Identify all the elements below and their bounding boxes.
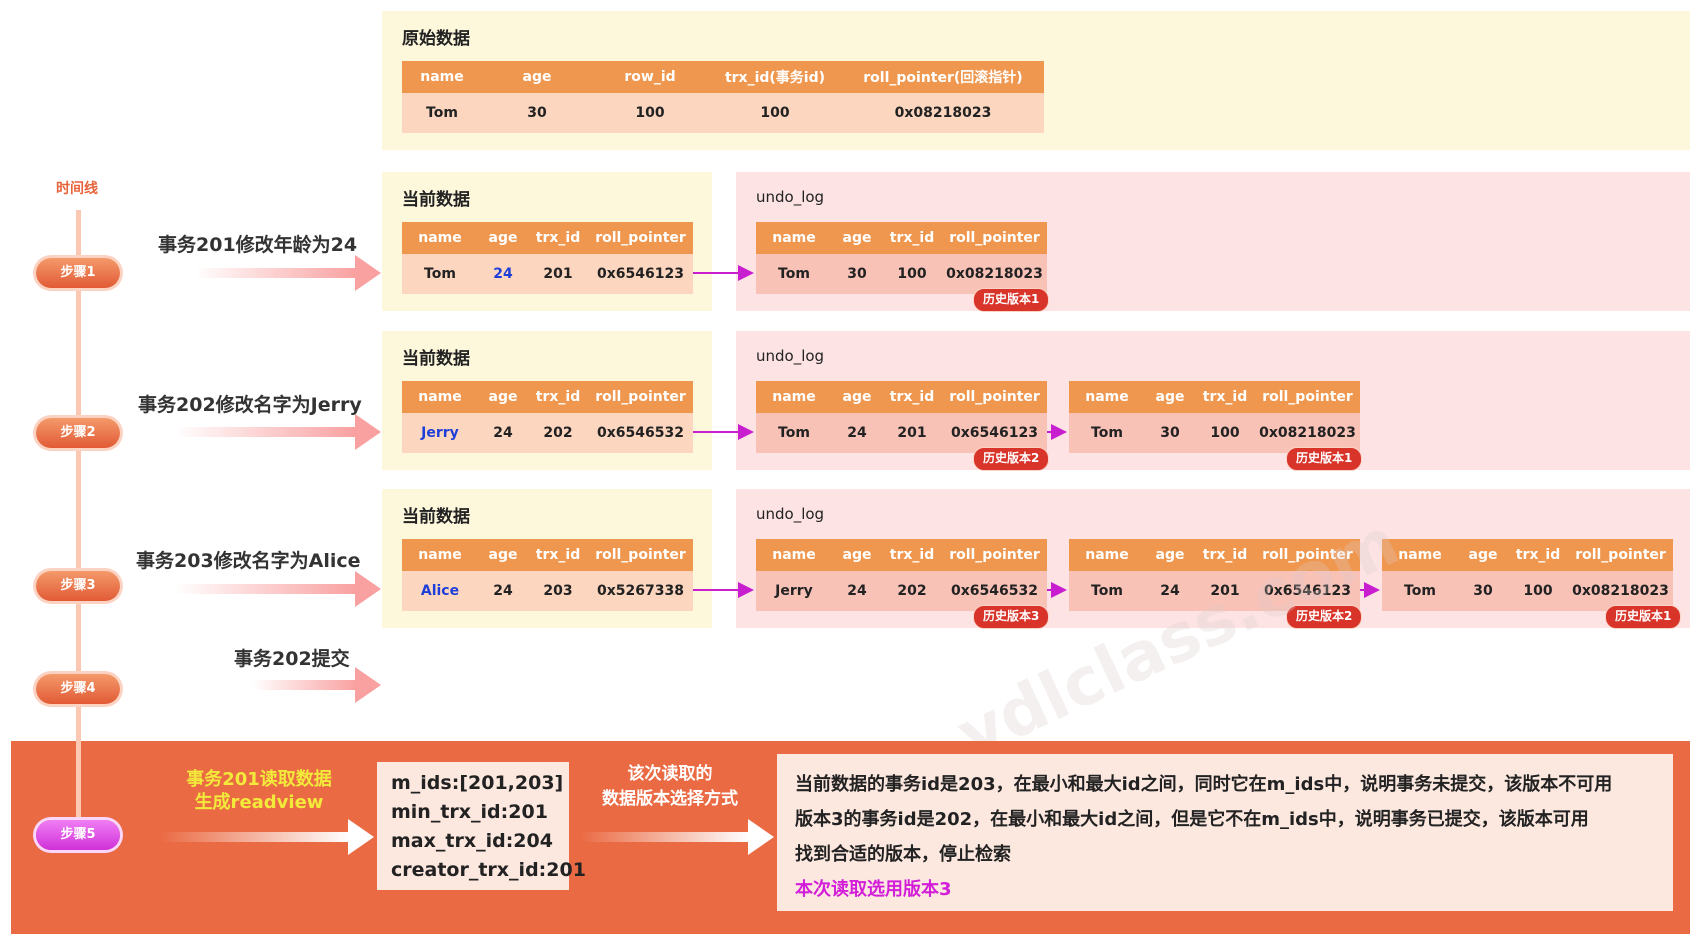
readview-max-trx-id: max_trx_id:204 — [391, 830, 553, 852]
readview-min-trx-id: min_trx_id:201 — [391, 801, 548, 823]
readview-m-ids: m_ids:[201,203] — [391, 772, 564, 794]
step-5-caption-line2: 生成readview — [194, 792, 324, 813]
readview-creator-trx-id: creator_trx_id:201 — [391, 859, 586, 881]
readview-box: m_ids:[201,203] min_trx_id:201 max_trx_i… — [377, 762, 586, 890]
conclusion-line-3: 找到合适的版本，停止检索 — [795, 844, 1011, 865]
selection-arrow-head — [748, 819, 774, 855]
conclusion-line-2: 版本3的事务id是202，在最小和最大id之间，但是它不在m_ids中，说明事务… — [795, 809, 1589, 830]
conclusion-line-1: 当前数据的事务id是203，在最小和最大id之间，同时它在m_ids中，说明事务… — [795, 774, 1613, 795]
step-5-arrow — [160, 832, 350, 842]
version-selection-label: 该次读取的 数据版本选择方式 — [585, 762, 755, 812]
version-selection-label-line2: 数据版本选择方式 — [602, 789, 738, 809]
step-5-badge-overlay: 步骤5 — [36, 820, 120, 850]
step-5-caption-line1: 事务201读取数据 — [186, 769, 332, 790]
selection-arrow — [580, 832, 750, 842]
conclusion-box: 当前数据的事务id是203，在最小和最大id之间，同时它在m_ids中，说明事务… — [777, 754, 1673, 911]
conclusion-line-4: 本次读取选用版本3 — [795, 879, 952, 900]
version-selection-label-line1: 该次读取的 — [627, 764, 713, 784]
step-5-caption: 事务201读取数据 生成readview — [184, 768, 334, 814]
step-5-arrow-head — [348, 819, 374, 855]
